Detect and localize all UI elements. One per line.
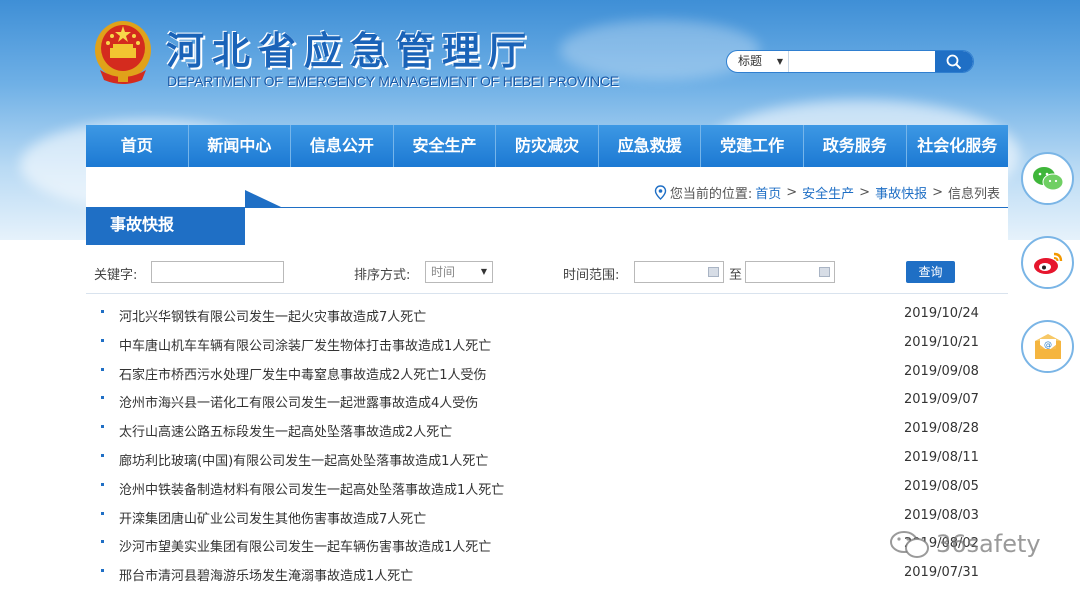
- bullet-icon: [101, 482, 104, 486]
- bullet-icon: [101, 338, 104, 342]
- bullet-icon: [101, 453, 104, 457]
- weibo-icon: [1033, 252, 1062, 274]
- search-icon: [946, 54, 962, 69]
- search-button[interactable]: [935, 51, 973, 72]
- query-button[interactable]: 查询: [906, 261, 955, 283]
- news-date: 2019/07/31: [904, 565, 979, 581]
- nav-item-info[interactable]: 信息公开: [291, 125, 394, 167]
- news-title[interactable]: 开滦集团唐山矿业公司发生其他伤害事故造成7人死亡: [119, 508, 426, 527]
- breadcrumb-safety[interactable]: 安全生产: [802, 183, 854, 202]
- watermark: 36safety: [888, 528, 1041, 560]
- main-nav: 首页 新闻中心 信息公开 安全生产 防灾减灾 应急救援 党建工作 政务服务 社会…: [86, 125, 1008, 167]
- breadcrumb-separator: >: [932, 185, 943, 200]
- breadcrumb-separator: >: [786, 185, 798, 200]
- news-list: 河北兴华钢铁有限公司发生一起火灾事故造成7人死亡 2019/10/24 中车唐山机…: [86, 301, 1008, 589]
- section-title: 事故快报: [110, 215, 175, 234]
- keyword-label: 关键字:: [94, 268, 138, 283]
- section-tab: 事故快报: [86, 190, 281, 245]
- news-date: 2019/08/05: [904, 478, 979, 494]
- list-item[interactable]: 廊坊利比玻璃(中国)有限公司发生一起高处坠落事故造成1人死亡 2019/08/11: [86, 445, 1008, 474]
- news-title[interactable]: 沧州市海兴县一诺化工有限公司发生一起泄露事故造成4人受伤: [119, 392, 478, 411]
- list-divider: [86, 293, 1008, 294]
- news-title[interactable]: 中车唐山机车车辆有限公司涂装厂发生物体打击事故造成1人死亡: [119, 335, 491, 354]
- breadcrumb-current: 信息列表: [947, 187, 1000, 202]
- svg-text:@: @: [1044, 340, 1052, 349]
- list-item[interactable]: 邢台市清河县碧海游乐场发生淹溺事故造成1人死亡 2019/07/31: [86, 560, 1008, 589]
- news-title[interactable]: 石家庄市桥西污水处理厂发生中毒窒息事故造成2人死亡1人受伤: [119, 364, 487, 383]
- keyword-input[interactable]: [151, 261, 284, 283]
- news-date: 2019/08/28: [904, 421, 979, 437]
- site-title: 河北省应急管理厅: [166, 28, 535, 73]
- caret-down-icon: ▼: [480, 267, 487, 276]
- bullet-icon: [101, 310, 104, 313]
- list-item[interactable]: 开滦集团唐山矿业公司发生其他伤害事故造成7人死亡 2019/08/03: [86, 503, 1008, 532]
- breadcrumb-prefix: 您当前的位置:: [669, 187, 753, 202]
- news-date: 2019/09/07: [904, 392, 979, 408]
- range-to-label: 至: [729, 268, 743, 283]
- list-item[interactable]: 沧州中铁装备制造材料有限公司发生一起高处坠落事故造成1人死亡 2019/08/05: [86, 474, 1008, 503]
- sort-value: 时间: [431, 265, 456, 279]
- news-date: 2019/08/03: [904, 507, 979, 523]
- news-date: 2019/10/24: [904, 306, 979, 321]
- news-title[interactable]: 邢台市清河县碧海游乐场发生淹溺事故造成1人死亡: [119, 565, 413, 584]
- search-box: 标题 ▼: [726, 50, 974, 73]
- nav-item-home[interactable]: 首页: [86, 125, 189, 167]
- bullet-icon: [101, 425, 104, 429]
- email-button[interactable]: @: [1021, 320, 1074, 373]
- nav-item-social[interactable]: 社会化服务: [907, 125, 1009, 167]
- list-item[interactable]: 沙河市望美实业集团有限公司发生一起车辆伤害事故造成1人死亡 2019/08/02: [86, 531, 1008, 560]
- location-pin-icon: [654, 185, 667, 200]
- nav-item-services[interactable]: 政务服务: [804, 125, 907, 167]
- list-item[interactable]: 石家庄市桥西污水处理厂发生中毒窒息事故造成2人死亡1人受伤 2019/09/08: [86, 359, 1008, 388]
- sort-label: 排序方式:: [354, 268, 411, 283]
- calendar-icon: [819, 267, 830, 277]
- news-title[interactable]: 太行山高速公路五标段发生一起高处坠落事故造成2人死亡: [119, 421, 452, 440]
- national-emblem-logo: [92, 18, 154, 86]
- breadcrumb-home[interactable]: 首页: [755, 183, 781, 202]
- search-field-label: 标题: [738, 54, 763, 68]
- wechat-icon: [1032, 166, 1063, 190]
- breadcrumb-accident-report[interactable]: 事故快报: [875, 183, 927, 202]
- wechat-button[interactable]: [1021, 152, 1074, 205]
- news-date: 2019/09/08: [904, 363, 979, 379]
- email-icon: @: [1034, 333, 1061, 359]
- nav-item-rescue[interactable]: 应急救援: [599, 125, 702, 167]
- bullet-icon: [101, 367, 104, 371]
- wechat-watermark-icon: [890, 531, 929, 558]
- breadcrumb-separator: >: [859, 185, 871, 200]
- nav-item-party[interactable]: 党建工作: [701, 125, 804, 167]
- news-title[interactable]: 廊坊利比玻璃(中国)有限公司发生一起高处坠落事故造成1人死亡: [119, 450, 488, 469]
- range-from-input[interactable]: [634, 261, 724, 283]
- site-subtitle: DEPARTMENT OF EMERGENCY MANAGEMENT OF HE…: [167, 73, 619, 89]
- bullet-icon: [101, 511, 104, 515]
- bullet-icon: [101, 540, 104, 544]
- news-date: 2019/10/21: [904, 334, 979, 350]
- bullet-icon: [101, 396, 104, 400]
- range-to-input[interactable]: [745, 261, 835, 283]
- nav-item-safety[interactable]: 安全生产: [394, 125, 497, 167]
- nav-item-disaster[interactable]: 防灾减灾: [496, 125, 599, 167]
- news-title[interactable]: 河北兴华钢铁有限公司发生一起火灾事故造成7人死亡: [119, 306, 426, 325]
- sort-select[interactable]: 时间 ▼: [425, 261, 493, 283]
- news-title[interactable]: 沙河市望美实业集团有限公司发生一起车辆伤害事故造成1人死亡: [119, 536, 491, 555]
- news-date: 2019/08/11: [904, 449, 979, 465]
- calendar-icon: [708, 267, 719, 277]
- nav-item-news[interactable]: 新闻中心: [189, 125, 292, 167]
- filter-bar: 关键字: 排序方式: 时间 ▼ 时间范围: 至 查询: [86, 260, 1008, 286]
- watermark-text: 36safety: [936, 530, 1041, 558]
- search-field-select[interactable]: 标题 ▼: [727, 51, 789, 72]
- news-title[interactable]: 沧州中铁装备制造材料有限公司发生一起高处坠落事故造成1人死亡: [119, 479, 504, 498]
- list-item[interactable]: 河北兴华钢铁有限公司发生一起火灾事故造成7人死亡 2019/10/24: [86, 301, 1008, 330]
- list-item[interactable]: 沧州市海兴县一诺化工有限公司发生一起泄露事故造成4人受伤 2019/09/07: [86, 387, 1008, 416]
- breadcrumb: 您当前的位置: 首页 > 安全生产 > 事故快报 > 信息列表: [654, 183, 1000, 202]
- list-item[interactable]: 太行山高速公路五标段发生一起高处坠落事故造成2人死亡 2019/08/28: [86, 416, 1008, 445]
- caret-down-icon: ▼: [776, 57, 783, 66]
- content-panel: 您当前的位置: 首页 > 安全生产 > 事故快报 > 信息列表 事故快报 关键字…: [86, 167, 1008, 592]
- bullet-icon: [101, 569, 104, 573]
- weibo-button[interactable]: [1021, 236, 1074, 289]
- list-item[interactable]: 中车唐山机车车辆有限公司涂装厂发生物体打击事故造成1人死亡 2019/10/21: [86, 330, 1008, 359]
- range-label: 时间范围:: [563, 268, 620, 283]
